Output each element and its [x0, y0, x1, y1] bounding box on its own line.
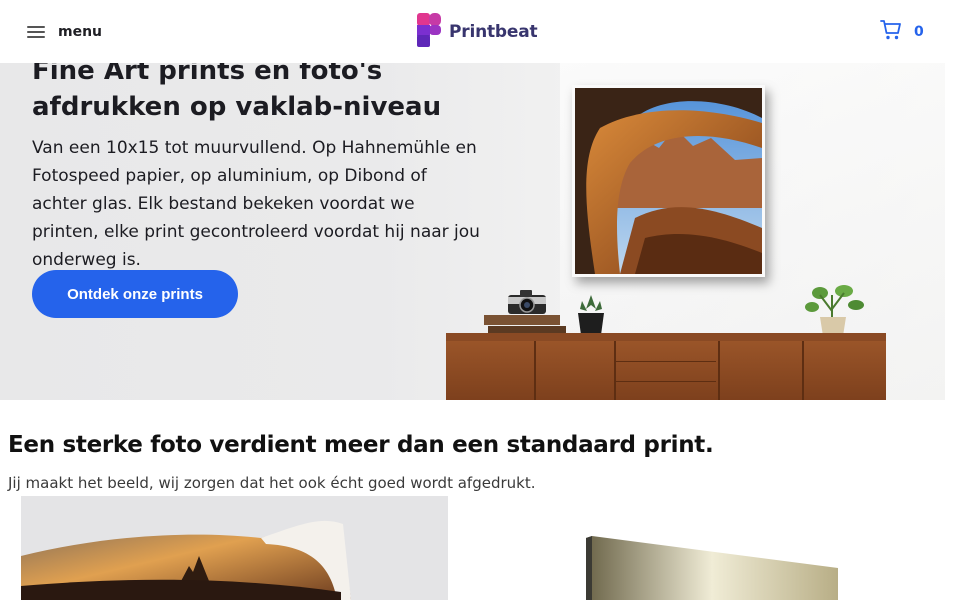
paper-print-image[interactable] — [21, 496, 448, 600]
camera-decoration — [506, 289, 548, 315]
cart-icon — [880, 19, 902, 45]
hero-title: Fine Art prints en foto's afdrukken op v… — [32, 63, 442, 122]
plant-decoration — [800, 281, 870, 337]
section-subtitle: Jij maakt het beeld, wij zorgen dat het … — [8, 474, 536, 492]
site-header: menu Printbeat 0 — [0, 0, 960, 63]
menu-button[interactable]: menu — [26, 20, 102, 44]
framed-print-image — [572, 85, 765, 277]
printbeat-logo-icon — [415, 11, 443, 53]
brand-logo-link[interactable]: Printbeat — [415, 11, 538, 53]
sideboard-decoration — [446, 333, 886, 400]
menu-label: menu — [58, 24, 103, 40]
hero-description: Van een 10x15 tot muurvullend. Op Hahnem… — [32, 138, 480, 270]
brand-name: Printbeat — [449, 22, 538, 42]
cart-count: 0 — [914, 24, 924, 40]
discover-prints-button[interactable]: Ontdek onze prints — [32, 270, 238, 318]
hero-banner: Fine Art prints en foto's afdrukken op v… — [0, 63, 945, 400]
hamburger-icon — [26, 24, 46, 40]
plant-pot-decoration — [574, 293, 608, 337]
metal-print-image[interactable] — [470, 496, 890, 600]
cart-button[interactable]: 0 — [880, 20, 924, 44]
section-title: Een sterke foto verdient meer dan een st… — [8, 432, 714, 458]
